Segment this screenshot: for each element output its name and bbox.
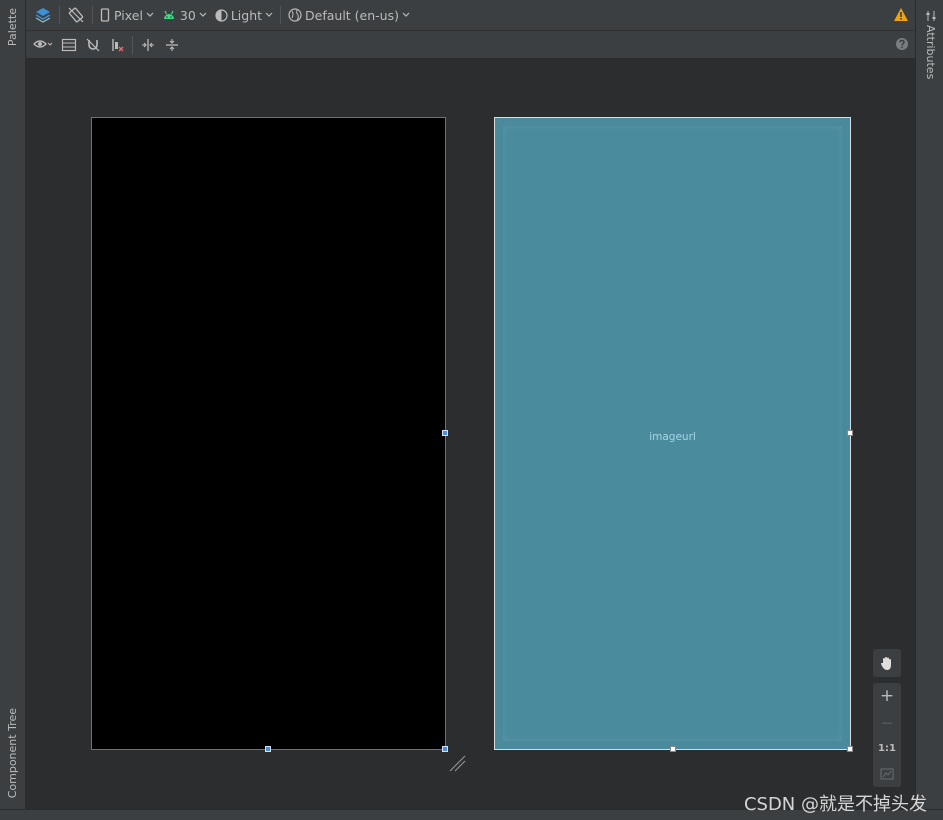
chevron-down-icon — [402, 12, 410, 17]
attributes-icon — [926, 11, 935, 21]
right-tool-strip: Attributes — [915, 0, 943, 820]
theme-icon — [215, 8, 228, 22]
resize-handle-bottom[interactable] — [670, 746, 676, 752]
layers-icon — [35, 8, 51, 23]
chevron-down-icon — [265, 12, 273, 17]
rotate-device-icon — [68, 7, 84, 23]
zoom-controls: + — 1:1 — [873, 649, 901, 787]
attributes-tab[interactable]: Attributes — [921, 10, 940, 79]
clear-constraints-icon — [112, 38, 124, 51]
palette-tab[interactable]: Palette — [3, 8, 22, 46]
grid-layout-icon — [61, 38, 77, 51]
image-view-label: imageurl — [649, 431, 696, 443]
eye-icon — [33, 39, 53, 48]
component-tree-tab[interactable]: Component Tree — [3, 708, 22, 798]
clear-constraints-button[interactable] — [105, 33, 129, 57]
watermark-text: CSDN @就是不掉头发 — [743, 794, 927, 815]
zoom-out-button[interactable]: — — [873, 709, 901, 735]
zoom-in-button[interactable]: + — [873, 683, 901, 709]
attributes-tab-label: Attributes — [924, 25, 937, 80]
orientation-button[interactable] — [63, 3, 89, 27]
chevron-down-icon — [146, 12, 154, 17]
design-view[interactable] — [91, 117, 448, 752]
device-label: Pixel — [114, 7, 143, 23]
horizontal-guideline-icon — [166, 38, 178, 51]
resize-handle-bottom[interactable] — [265, 746, 271, 752]
help-button[interactable] — [895, 37, 909, 54]
design-surface-button[interactable] — [30, 3, 56, 27]
theme-label: Light — [230, 7, 263, 23]
resize-handle-right[interactable] — [442, 430, 448, 436]
resize-handle-corner[interactable] — [847, 746, 853, 752]
component-tree-tab-label: Component Tree — [6, 707, 19, 798]
locale-label: Default (en-us) — [305, 7, 399, 23]
resize-grip-icon — [449, 755, 466, 772]
view-options-button[interactable] — [29, 33, 57, 57]
guidelines-horizontal-button[interactable] — [160, 33, 184, 57]
chevron-down-icon — [199, 12, 207, 17]
toolbar-separator — [132, 35, 133, 54]
pan-button[interactable] — [873, 649, 901, 677]
left-tool-strip: Palette Component Tree — [0, 0, 26, 820]
toolbar-separator — [92, 6, 93, 24]
zoom-fit-icon — [880, 768, 894, 780]
design-toolbar: Pixel 30 Light Default (en-us) — [26, 0, 915, 31]
vertical-guideline-icon — [142, 38, 154, 51]
theme-selector[interactable]: Light — [211, 3, 277, 27]
blueprint-view[interactable]: imageurl — [494, 117, 853, 752]
zoom-actual-size-button[interactable]: 1:1 — [873, 735, 901, 761]
api-level-selector[interactable]: 30 — [158, 3, 211, 27]
warnings-button[interactable] — [893, 7, 909, 25]
globe-icon — [288, 8, 302, 22]
locale-selector[interactable]: Default (en-us) — [284, 3, 414, 27]
view-options-toolbar — [26, 31, 915, 59]
canvas-resize-grip[interactable] — [448, 754, 468, 777]
warning-icon — [894, 8, 908, 21]
palette-tab-label: Palette — [6, 8, 19, 47]
magnet-off-icon — [86, 38, 100, 51]
disable-autoconnect-button[interactable] — [81, 33, 105, 57]
api-level-label: 30 — [179, 7, 196, 23]
zoom-button-group: + — 1:1 — [873, 683, 901, 787]
phone-icon — [100, 8, 110, 22]
zoom-to-fit-button[interactable] — [873, 761, 901, 787]
resize-handle-corner[interactable] — [442, 746, 448, 752]
toolbar-separator — [59, 6, 60, 24]
toolbar-separator — [280, 6, 282, 24]
resize-handle-right[interactable] — [847, 430, 853, 436]
hand-icon — [880, 656, 891, 670]
android-icon — [163, 10, 174, 19]
guidelines-vertical-button[interactable] — [136, 33, 160, 57]
device-selector[interactable]: Pixel — [96, 3, 158, 27]
blueprint-toggle-button[interactable] — [57, 33, 81, 57]
help-icon — [896, 38, 908, 50]
